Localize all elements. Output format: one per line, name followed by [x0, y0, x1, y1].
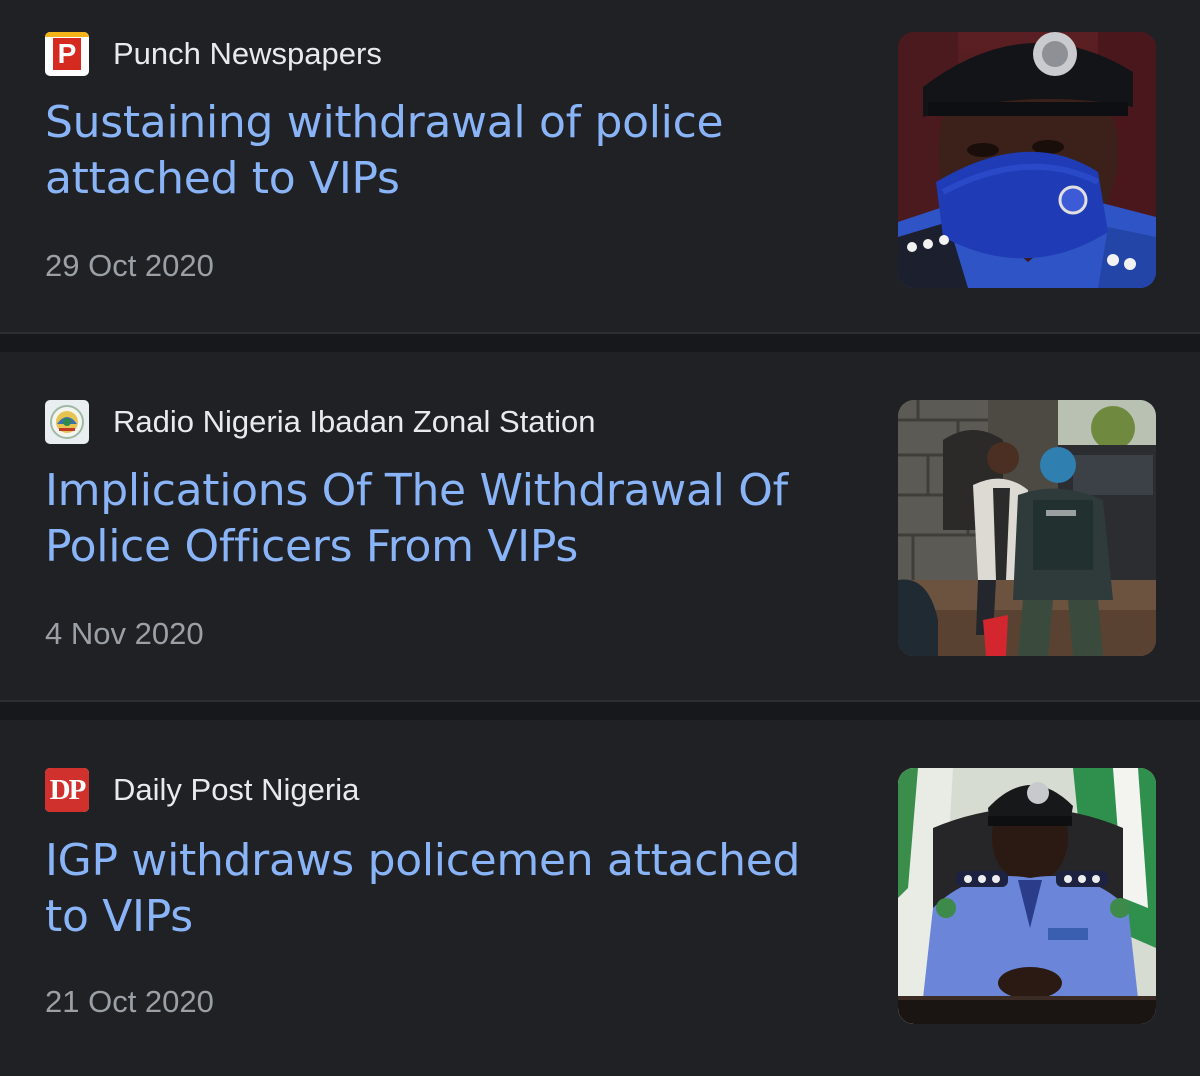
publish-date: 29 Oct 2020	[45, 248, 214, 283]
headline-link[interactable]: IGP withdraws policemen attached to VIPs	[45, 833, 845, 945]
card-divider	[0, 702, 1200, 720]
source-name: Radio Nigeria Ibadan Zonal Station	[113, 404, 596, 439]
police-escort-vip-thumbnail[interactable]	[898, 400, 1156, 656]
news-feed: P Punch Newspapers Sustaining withdrawal…	[0, 0, 1200, 1076]
publish-date: 4 Nov 2020	[45, 616, 204, 651]
news-card[interactable]: Radio Nigeria Ibadan Zonal Station Impli…	[0, 352, 1200, 702]
headline-link[interactable]: Implications Of The Withdrawal Of Police…	[45, 463, 845, 575]
news-card[interactable]: P Punch Newspapers Sustaining withdrawal…	[0, 0, 1200, 334]
source-row: Radio Nigeria Ibadan Zonal Station	[45, 400, 596, 444]
igp-at-desk-thumbnail[interactable]	[898, 768, 1156, 1024]
source-name: Punch Newspapers	[113, 36, 382, 71]
source-row: P Punch Newspapers	[45, 32, 382, 76]
daily-post-logo-icon: DP	[45, 768, 89, 812]
punch-logo-icon: P	[45, 32, 89, 76]
source-row: DP Daily Post Nigeria	[45, 768, 359, 812]
card-divider	[0, 334, 1200, 352]
news-card[interactable]: DP Daily Post Nigeria IGP withdraws poli…	[0, 720, 1200, 1076]
radio-nigeria-seal-icon	[45, 400, 89, 444]
masked-police-officer-thumbnail[interactable]	[898, 32, 1156, 288]
headline-link[interactable]: Sustaining withdrawal of police attached…	[45, 95, 845, 207]
source-name: Daily Post Nigeria	[113, 772, 360, 807]
publish-date: 21 Oct 2020	[45, 984, 214, 1019]
